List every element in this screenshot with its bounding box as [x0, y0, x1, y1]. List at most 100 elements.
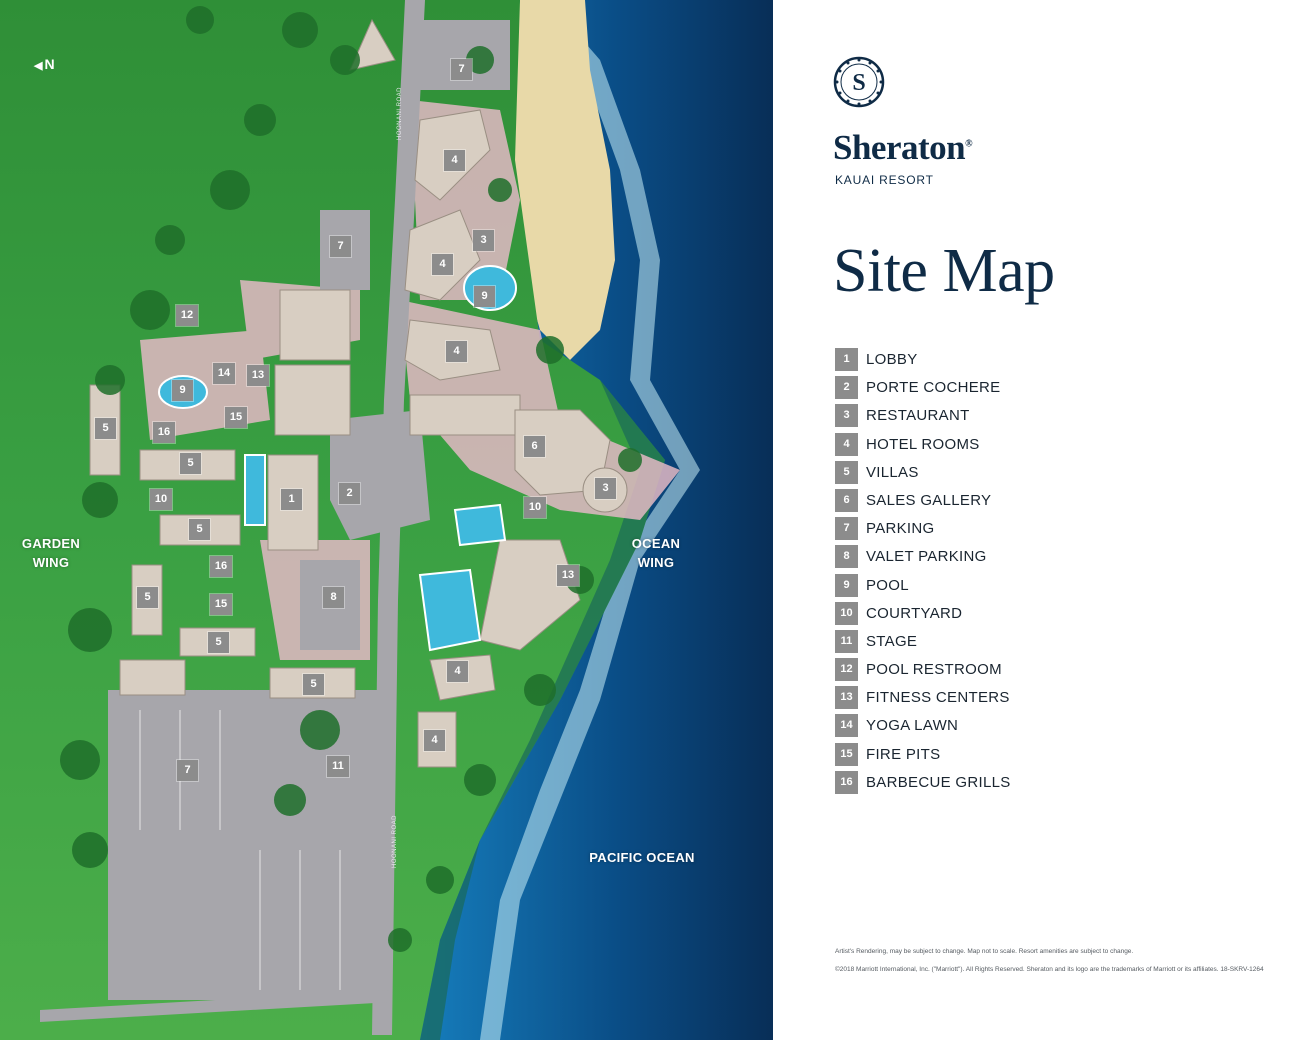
- map-illustration: [0, 0, 773, 1040]
- legend-item: 12 POOL RESTROOM: [835, 658, 1011, 686]
- registered-mark: ®: [965, 138, 973, 150]
- north-indicator: ◀ N: [34, 56, 55, 72]
- map-marker-yoga-lawn[interactable]: 14: [213, 363, 235, 384]
- page-title: Site Map: [833, 237, 1055, 305]
- map-marker-parking[interactable]: 7: [177, 760, 198, 781]
- legend-item: 11 STAGE: [835, 629, 1011, 658]
- legend-label: LOBBY: [866, 351, 918, 368]
- svg-text:S: S: [852, 70, 865, 96]
- legend-label: VALET PARKING: [866, 548, 987, 566]
- garden-wing-label: GARDEN WING: [21, 536, 81, 570]
- map-marker-courtyard[interactable]: 10: [150, 489, 172, 510]
- legend-number-badge: 15: [835, 742, 858, 766]
- legend-item: 8 VALET PARKING: [835, 545, 1011, 573]
- map-marker-villas[interactable]: 5: [180, 453, 201, 474]
- brand-wordmark: Sheraton: [833, 128, 966, 167]
- legend-item: 13 FITNESS CENTERS: [835, 686, 1011, 714]
- map-marker-fitness-center[interactable]: 13: [557, 565, 579, 586]
- legend-number-badge: 4: [835, 432, 858, 456]
- legend-item: 2 PORTE COCHERE: [835, 376, 1011, 404]
- legend-item: 9 POOL: [835, 573, 1011, 602]
- map-marker-parking[interactable]: 7: [330, 236, 351, 257]
- legend-item: 5 VILLAS: [835, 460, 1011, 489]
- legend-label: POOL: [866, 576, 909, 594]
- legend-number-badge: 3: [835, 404, 858, 428]
- legend-label: HOTEL ROOMS: [866, 435, 980, 453]
- legend-number-badge: 14: [835, 714, 858, 738]
- legend-item: 16 BARBECUE GRILLS: [835, 770, 1011, 799]
- legend-number-badge: 7: [835, 517, 858, 541]
- map-marker-porte-cochere[interactable]: 2: [339, 483, 360, 504]
- map-marker-sales-gallery[interactable]: 6: [524, 436, 545, 457]
- disclaimer-text: Artist's Rendering, may be subject to ch…: [835, 948, 1134, 955]
- legend-number-badge: 10: [835, 601, 858, 625]
- map-marker-hotel-rooms[interactable]: 4: [446, 341, 467, 362]
- map-marker-stage[interactable]: 11: [327, 756, 349, 777]
- map-marker-restaurant[interactable]: 3: [595, 478, 616, 499]
- legend-label: FITNESS CENTERS: [866, 689, 1010, 707]
- map-marker-valet-parking[interactable]: 8: [323, 587, 344, 608]
- map-marker-hotel-rooms[interactable]: 4: [424, 730, 445, 751]
- brand-name: Sheraton®: [833, 128, 973, 168]
- map-marker-parking[interactable]: 7: [451, 59, 472, 80]
- legend-item: 4 HOTEL ROOMS: [835, 432, 1011, 461]
- map-marker-fire-pits[interactable]: 15: [225, 407, 247, 428]
- copyright-text: ©2018 Marriott International, Inc. ("Mar…: [835, 966, 1264, 973]
- legend-label: PORTE COCHERE: [866, 379, 1001, 397]
- legend-item: 15 FIRE PITS: [835, 742, 1011, 771]
- legend-item: 1 LOBBY: [835, 348, 1011, 376]
- legend-label: PARKING: [866, 520, 935, 538]
- brand-subtitle: KAUAI RESORT: [835, 173, 934, 187]
- legend-item: 6 SALES GALLERY: [835, 488, 1011, 517]
- map-marker-villas[interactable]: 5: [95, 418, 116, 439]
- road-label-north: HOONANI ROAD: [397, 86, 403, 140]
- ocean-wing-label: OCEAN WING: [631, 536, 681, 570]
- legend-number-badge: 5: [835, 460, 858, 484]
- legend-item: 14 YOGA LAWN: [835, 714, 1011, 742]
- legend-label: RESTAURANT: [866, 407, 970, 425]
- map-marker-barbecue-grills[interactable]: 16: [153, 422, 175, 443]
- legend-number-badge: 8: [835, 545, 858, 569]
- map-legend: 1 LOBBY 2 PORTE COCHERE 3 RESTAURANT 4 HOTEL…: [835, 348, 1011, 799]
- map-marker-restaurant[interactable]: 3: [473, 230, 494, 251]
- legend-number-badge: 12: [835, 658, 858, 682]
- legend-number-badge: 1: [835, 348, 858, 371]
- legend-label: COURTYARD: [866, 604, 963, 622]
- map-marker-hotel-rooms[interactable]: 4: [447, 661, 468, 682]
- map-marker-hotel-rooms[interactable]: 4: [444, 150, 465, 171]
- map-marker-fitness-center[interactable]: 13: [247, 365, 269, 386]
- north-label: N: [44, 56, 55, 72]
- map-marker-fire-pits[interactable]: 15: [210, 594, 232, 615]
- legend-label: FIRE PITS: [866, 745, 941, 763]
- sheraton-s-emblem-icon: S: [833, 56, 885, 108]
- legend-item: 10 COURTYARD: [835, 601, 1011, 630]
- pacific-ocean-label: PACIFIC OCEAN: [589, 850, 695, 865]
- map-marker-villas[interactable]: 5: [303, 674, 324, 695]
- north-arrow-icon: ◀: [34, 60, 43, 72]
- map-marker-pool[interactable]: 9: [172, 380, 193, 401]
- legend-item: 7 PARKING: [835, 517, 1011, 545]
- road-label-south: HOONANI ROAD: [392, 814, 398, 868]
- map-marker-pool-restroom[interactable]: 12: [176, 305, 198, 326]
- legend-number-badge: 13: [835, 686, 858, 710]
- legend-label: BARBECUE GRILLS: [866, 773, 1011, 791]
- map-marker-villas[interactable]: 5: [137, 587, 158, 608]
- legend-number-badge: 6: [835, 488, 858, 512]
- legend-item: 3 RESTAURANT: [835, 404, 1011, 432]
- legend-label: VILLAS: [866, 463, 919, 481]
- map-marker-villas[interactable]: 5: [208, 632, 229, 653]
- legend-label: SALES GALLERY: [866, 491, 992, 509]
- map-marker-pool[interactable]: 9: [474, 286, 495, 307]
- map-marker-villas[interactable]: 5: [189, 519, 210, 540]
- legend-label: POOL RESTROOM: [866, 661, 1002, 679]
- resort-map: ◀ N HOONANI ROAD HOONANI ROAD GARDEN WING…: [0, 0, 773, 1040]
- info-panel: S Sheraton® KAUAI RESORT Site Map 1 LOBBY…: [773, 0, 1300, 1040]
- map-marker-courtyard[interactable]: 10: [524, 497, 546, 518]
- map-marker-barbecue-grills[interactable]: 16: [210, 556, 232, 577]
- legend-number-badge: 11: [835, 629, 858, 653]
- map-marker-hotel-rooms[interactable]: 4: [432, 254, 453, 275]
- legend-number-badge: 2: [835, 376, 858, 400]
- legend-number-badge: 9: [835, 573, 858, 597]
- map-marker-lobby[interactable]: 1: [281, 489, 302, 510]
- legend-label: YOGA LAWN: [866, 717, 959, 735]
